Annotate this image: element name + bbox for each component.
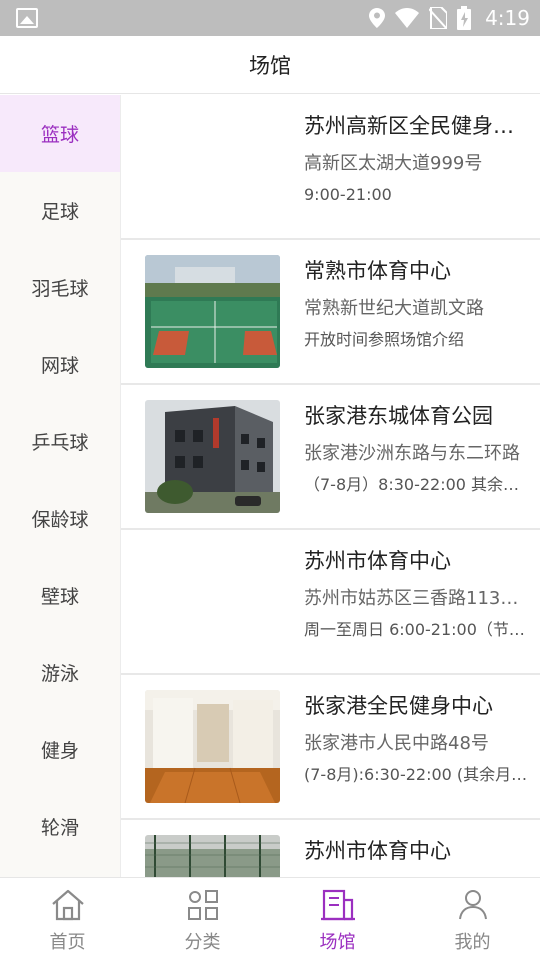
image-notification-icon [16,8,38,28]
venue-card[interactable]: 张家港东城体育公园 张家港沙洲东路与东二环路 （7-8月）8:30-22:00 … [121,385,540,530]
tab-home[interactable]: 首页 [0,878,135,960]
venue-list: 苏州高新区全民健身中心 高新区太湖大道999号 9:00-21:00 常熟市体育… [121,95,540,877]
venue-hours: 开放时间参照场馆介绍 [304,330,465,349]
sidebar-item-swimming[interactable]: 游泳 [0,634,120,711]
sidebar-item-fitness[interactable]: 健身 [0,711,120,788]
venue-icon [320,889,355,921]
venue-card[interactable]: 苏州市体育中心 [121,820,540,877]
venue-name: 苏州高新区全民健身中心 [304,114,529,138]
tab-venue[interactable]: 场馆 [270,878,405,960]
sidebar-item-tennis[interactable]: 网球 [0,326,120,403]
venue-address: 常熟新世纪大道凯文路 [304,298,484,319]
venue-hours: (7-8月):6:30-22:00 (其余月份) [304,765,529,784]
venue-card[interactable]: 苏州市体育中心 苏州市姑苏区三香路1131号 周一至周日 6:00-21:00（… [121,530,540,675]
tab-label: 分类 [184,932,221,953]
venue-name: 苏州市体育中心 [304,549,451,573]
venue-name: 张家港东城体育公园 [304,404,493,428]
venue-thumbnail [145,690,280,803]
bottom-tab-bar: 首页 分类 场馆 我的 [0,877,540,960]
status-icons: 4:19 [369,0,530,36]
sidebar-item-skating[interactable]: 轮滑 [0,788,120,865]
sidebar-item-table-tennis[interactable]: 乒乓球 [0,403,120,480]
venue-address: 苏州市姑苏区三香路1131号 [304,588,529,609]
person-icon [458,890,487,920]
sidebar-item-football[interactable]: 足球 [0,172,120,249]
page-title: 场馆 [249,53,291,78]
venue-hours: 周一至周日 6:00-21:00（节假日） [304,620,529,639]
venue-thumbnail [145,255,280,368]
sidebar-item-basketball[interactable]: 篮球 [0,95,120,172]
venue-hours: 9:00-21:00 [304,185,392,204]
venue-card[interactable]: 张家港全民健身中心 张家港市人民中路48号 (7-8月):6:30-22:00 … [121,675,540,820]
sidebar-item-bowling[interactable]: 保龄球 [0,480,120,557]
venue-card[interactable]: 苏州高新区全民健身中心 高新区太湖大道999号 9:00-21:00 [121,95,540,240]
tab-category[interactable]: 分类 [135,878,270,960]
venue-address: 高新区太湖大道999号 [304,153,483,174]
venue-name: 常熟市体育中心 [304,259,451,283]
venue-address: 张家港市人民中路48号 [304,733,489,754]
venue-address: 张家港沙洲东路与东二环路 [304,443,520,464]
sidebar-item-badminton[interactable]: 羽毛球 [0,249,120,326]
clock: 4:19 [485,6,530,30]
home-icon [51,889,84,921]
tab-label: 我的 [454,932,491,953]
grid-icon [187,890,218,920]
wifi-icon [395,8,420,28]
tab-label: 首页 [49,932,86,953]
venue-thumbnail [145,835,280,877]
sidebar-item-squash[interactable]: 壁球 [0,557,120,634]
title-bar: 场馆 [0,36,540,94]
venue-card[interactable]: 常熟市体育中心 常熟新世纪大道凯文路 开放时间参照场馆介绍 [121,240,540,385]
venue-hours: （7-8月）8:30-22:00 其余月份 [304,475,529,494]
venue-name: 苏州市体育中心 [304,839,451,863]
location-icon [369,8,386,28]
tab-label: 场馆 [319,932,356,953]
status-bar: 4:19 [0,0,540,36]
venue-name: 张家港全民健身中心 [304,694,493,718]
battery-icon [457,6,472,30]
no-sim-icon [429,7,448,29]
venue-thumbnail [145,400,280,513]
category-sidebar: 篮球 足球 羽毛球 网球 乒乓球 保龄球 壁球 游泳 健身 轮滑 [0,95,121,877]
tab-mine[interactable]: 我的 [405,878,540,960]
